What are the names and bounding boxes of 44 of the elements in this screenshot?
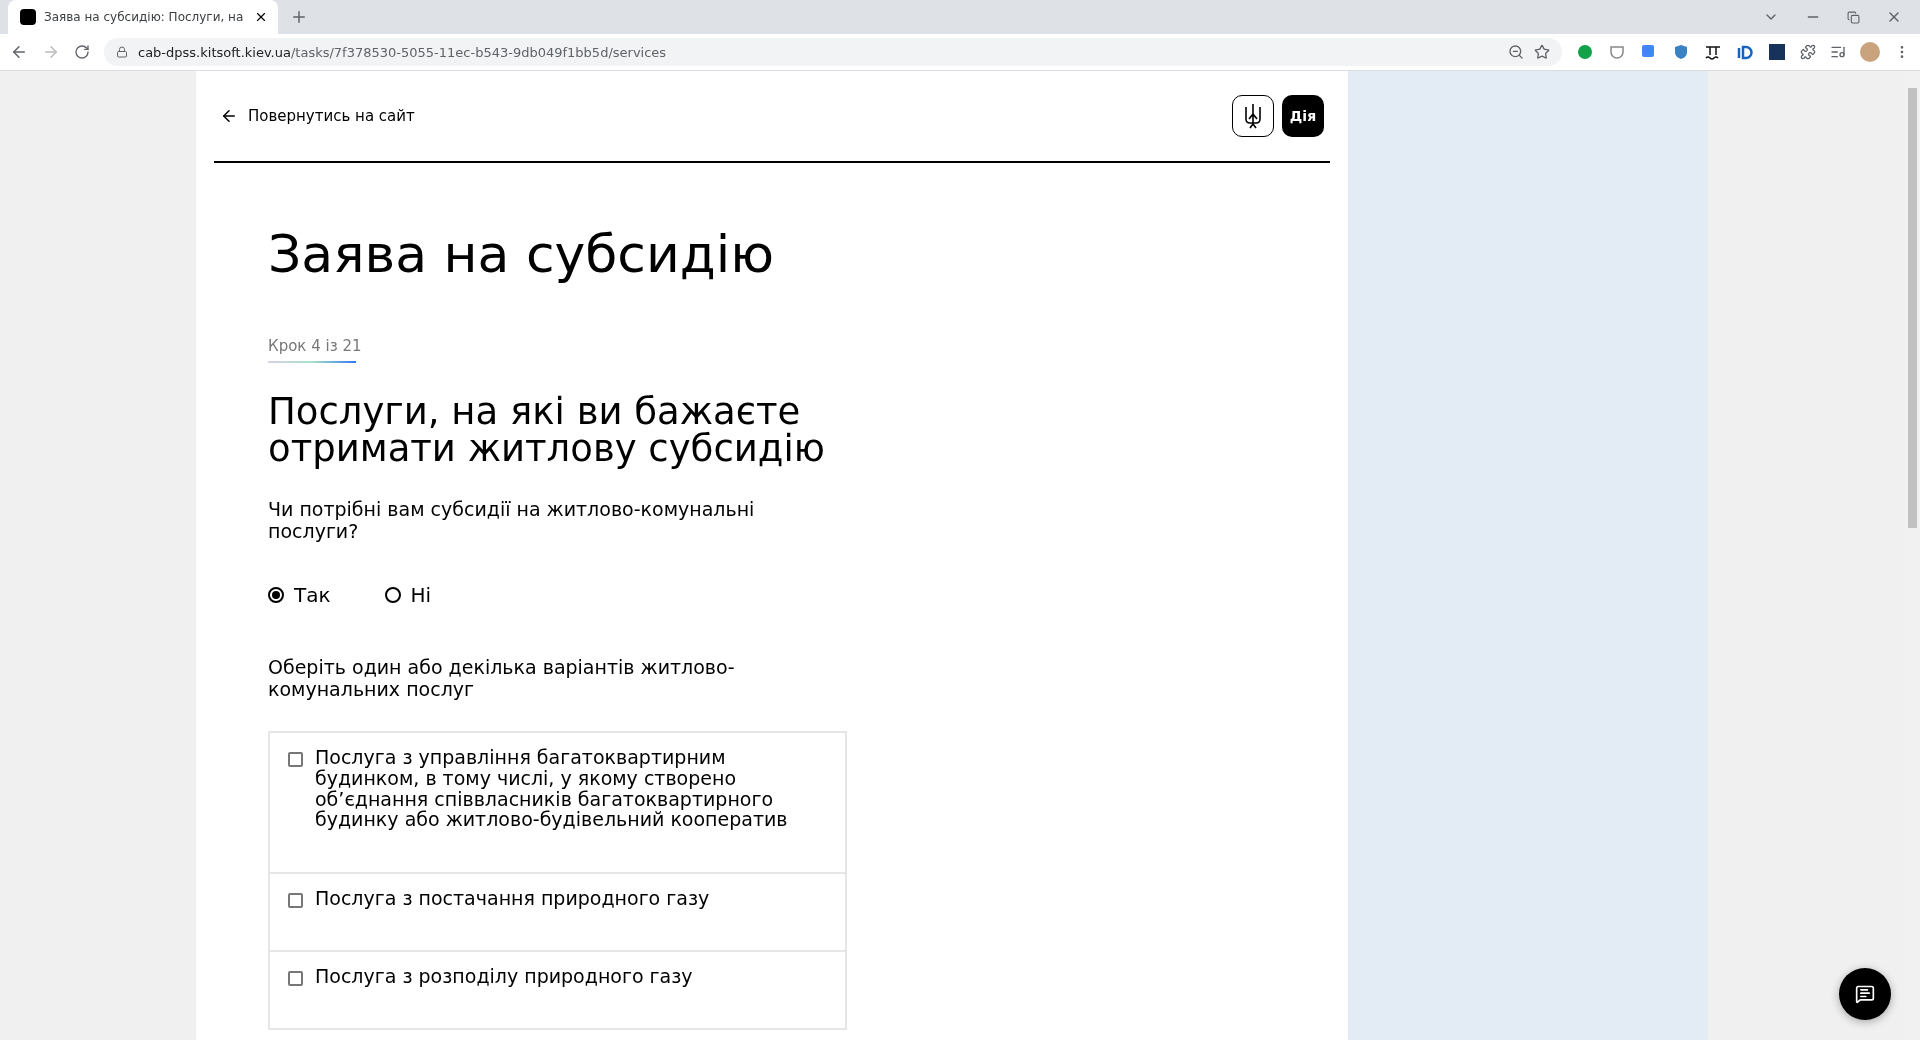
emblem-logo[interactable] <box>1232 95 1274 137</box>
chat-icon <box>1855 984 1875 1004</box>
lock-icon <box>116 46 128 58</box>
site-favicon <box>20 9 36 25</box>
radio-label: Так <box>294 583 331 608</box>
wave-icon[interactable] <box>1704 43 1722 61</box>
radio-button[interactable] <box>268 587 284 604</box>
service-label: Послуга з розподілу природного газу <box>315 965 694 989</box>
service-option[interactable]: Послуга з управління багатоквартирним будинком, в тому числі, у якому створено об’єднання співвласників багатоквартирного будинку або житлово-будівельний кооператив <box>270 732 845 874</box>
step-indicator: Крок 4 із 21 <box>268 337 362 358</box>
tab-title: Заява на субсидію: Послуги, на <box>44 10 245 24</box>
bookmark-star-icon[interactable] <box>1534 44 1550 60</box>
new-tab-icon[interactable] <box>290 8 308 26</box>
extensions-icon[interactable] <box>1800 44 1816 60</box>
checkbox[interactable] <box>288 751 303 767</box>
scrollbar-thumb[interactable] <box>1908 88 1917 528</box>
browser-tab[interactable]: Заява на субсидію: Послуги, на <box>8 0 278 34</box>
radio-button[interactable] <box>384 587 401 604</box>
chat-button[interactable] <box>1839 968 1891 1020</box>
radio-option[interactable]: Так <box>268 583 331 608</box>
reload-icon[interactable] <box>74 44 90 60</box>
radio-label: Ні <box>410 583 432 608</box>
service-option[interactable]: Послуга з розподілу природного газу <box>270 951 845 1030</box>
section-title: Послуги, на які ви бажаєте отримати житлову субсидію <box>268 393 826 468</box>
page-title: Заява на субсидію <box>268 223 774 286</box>
radio-option[interactable]: Ні <box>384 583 432 608</box>
close-icon[interactable] <box>254 10 268 24</box>
checkbox[interactable] <box>288 892 303 908</box>
back-icon[interactable] <box>10 43 28 61</box>
question-text: Чи потрібні вам субсидії на житлово-комунальні послуги? <box>268 499 756 544</box>
url-text: cab-dpss.kitsoft.kiev.ua/tasks/7f378530-5055-11ec-b543-9db049f1bb5d/services <box>138 44 668 60</box>
shield-icon[interactable] <box>1672 43 1690 61</box>
id-icon[interactable] <box>1736 43 1754 61</box>
service-option[interactable]: Послуга з постачання природного газу <box>270 873 845 952</box>
checkbox[interactable] <box>288 970 303 986</box>
services-prompt: Оберіть один або декілька варіантів житлово-комунальних послуг <box>268 657 736 701</box>
service-label: Послуга з постачання природного газу <box>315 887 711 911</box>
address-bar[interactable]: cab-dpss.kitsoft.kiev.ua/tasks/7f378530-5055-11ec-b543-9db049f1bb5d/services <box>104 38 1562 66</box>
service-label: Послуга з управління багатоквартирним будинком, в тому числі, у якому створено об’єднання співвласників багатоквартирного будинку або житлово-будівельний кооператив <box>315 746 789 833</box>
diia-logo[interactable]: Дія <box>1282 95 1324 137</box>
trident-icon <box>1243 103 1263 129</box>
restore-icon[interactable] <box>1847 10 1860 24</box>
media-icon[interactable] <box>1830 44 1846 60</box>
zoom-icon[interactable] <box>1508 44 1524 60</box>
